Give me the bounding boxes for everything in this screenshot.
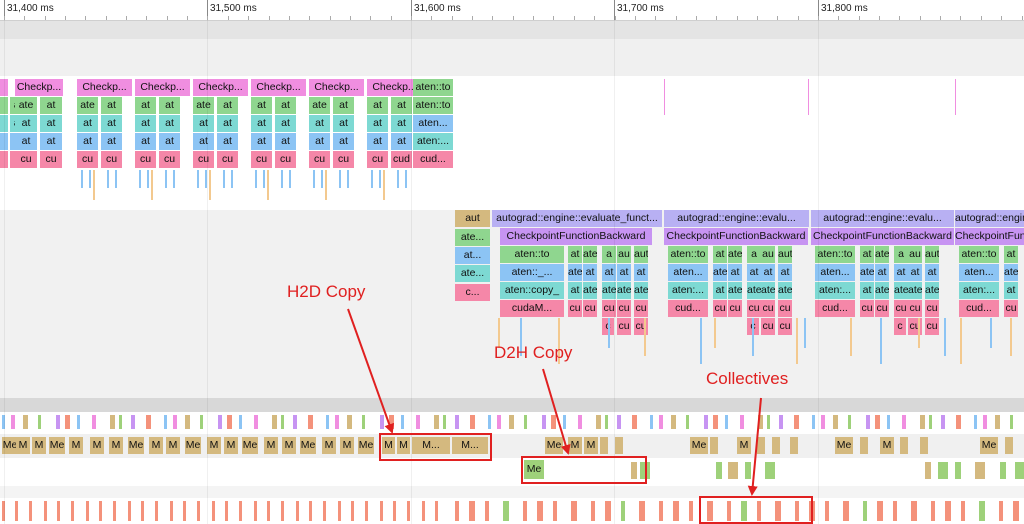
annotation-arrows xyxy=(347,308,762,496)
h2d-arrow xyxy=(347,308,395,434)
collectives-arrow xyxy=(747,397,762,496)
d2h-arrow xyxy=(542,368,571,455)
